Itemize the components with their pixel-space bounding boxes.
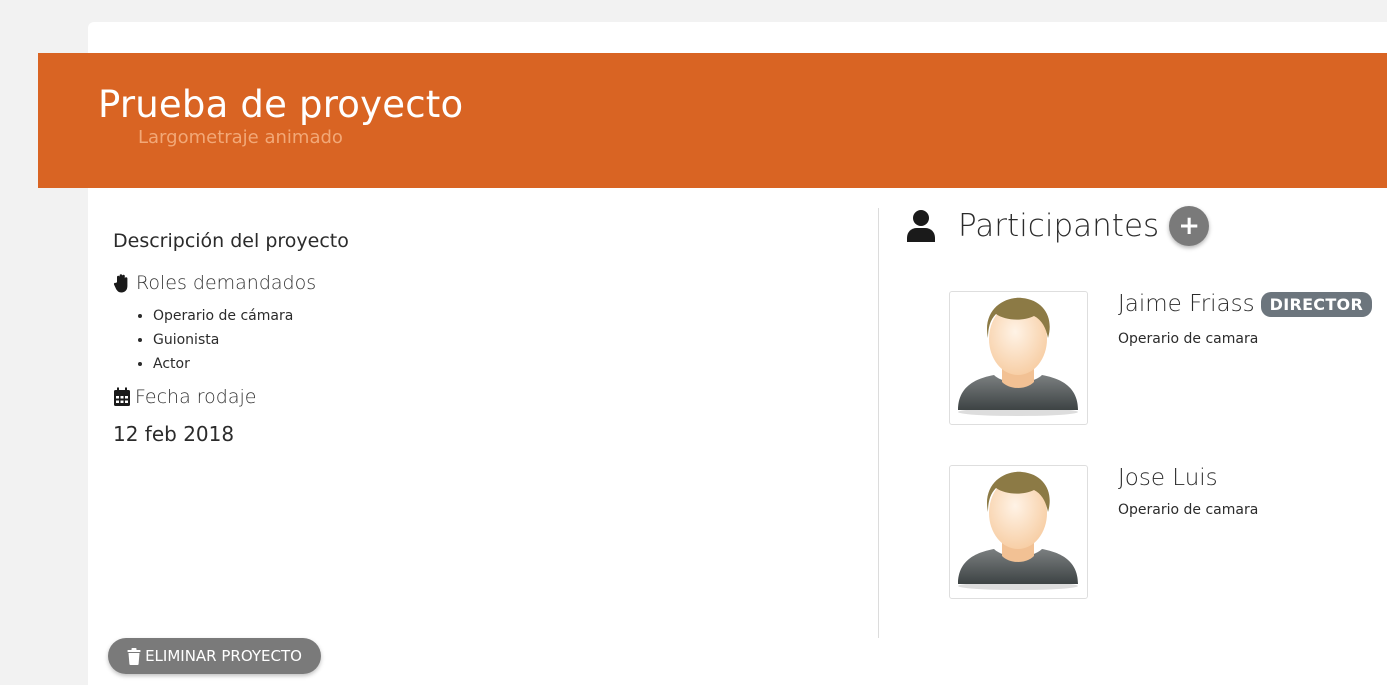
roles-section-label: Roles demandados	[113, 272, 853, 294]
avatar	[949, 291, 1088, 425]
project-banner: Prueba de proyecto Largometraje animado	[38, 53, 1387, 188]
participant-name: Jose Luis	[1118, 465, 1218, 491]
hand-icon	[113, 274, 128, 293]
description-heading: Descripción del proyecto	[113, 230, 349, 252]
list-item: Guionista	[153, 328, 853, 352]
shooting-date: 12 feb 2018	[113, 422, 235, 446]
trash-icon	[127, 647, 141, 665]
avatar	[949, 465, 1088, 599]
column-divider	[878, 208, 879, 638]
participant-name: Jaime Friass DIRECTOR	[1118, 291, 1373, 317]
participant-role: Operario de camara	[1118, 502, 1259, 518]
delete-project-button[interactable]: ELIMINAR PROYECTO	[108, 638, 321, 674]
project-details: Descripción del proyecto Roles demandado…	[113, 230, 853, 446]
role-badge: DIRECTOR	[1260, 291, 1373, 317]
participant-role: Operario de camara	[1118, 331, 1259, 347]
list-item: Actor	[153, 352, 853, 376]
participants-header: Participantes +	[906, 206, 1210, 246]
participants-heading: Participantes	[958, 208, 1160, 244]
calendar-icon	[114, 387, 130, 406]
add-participant-button[interactable]: +	[1169, 206, 1210, 246]
roles-list: Operario de cámara Guionista Actor	[113, 304, 853, 376]
project-subtitle: Largometraje animado	[138, 127, 343, 148]
date-section-label: Fecha rodaje	[113, 386, 853, 408]
roles-label: Roles demandados	[136, 272, 317, 294]
list-item: Operario de cámara	[153, 304, 853, 328]
date-label: Fecha rodaje	[135, 386, 257, 408]
delete-label: ELIMINAR PROYECTO	[145, 647, 302, 665]
user-icon	[907, 210, 935, 242]
project-title: Prueba de proyecto	[98, 83, 464, 126]
